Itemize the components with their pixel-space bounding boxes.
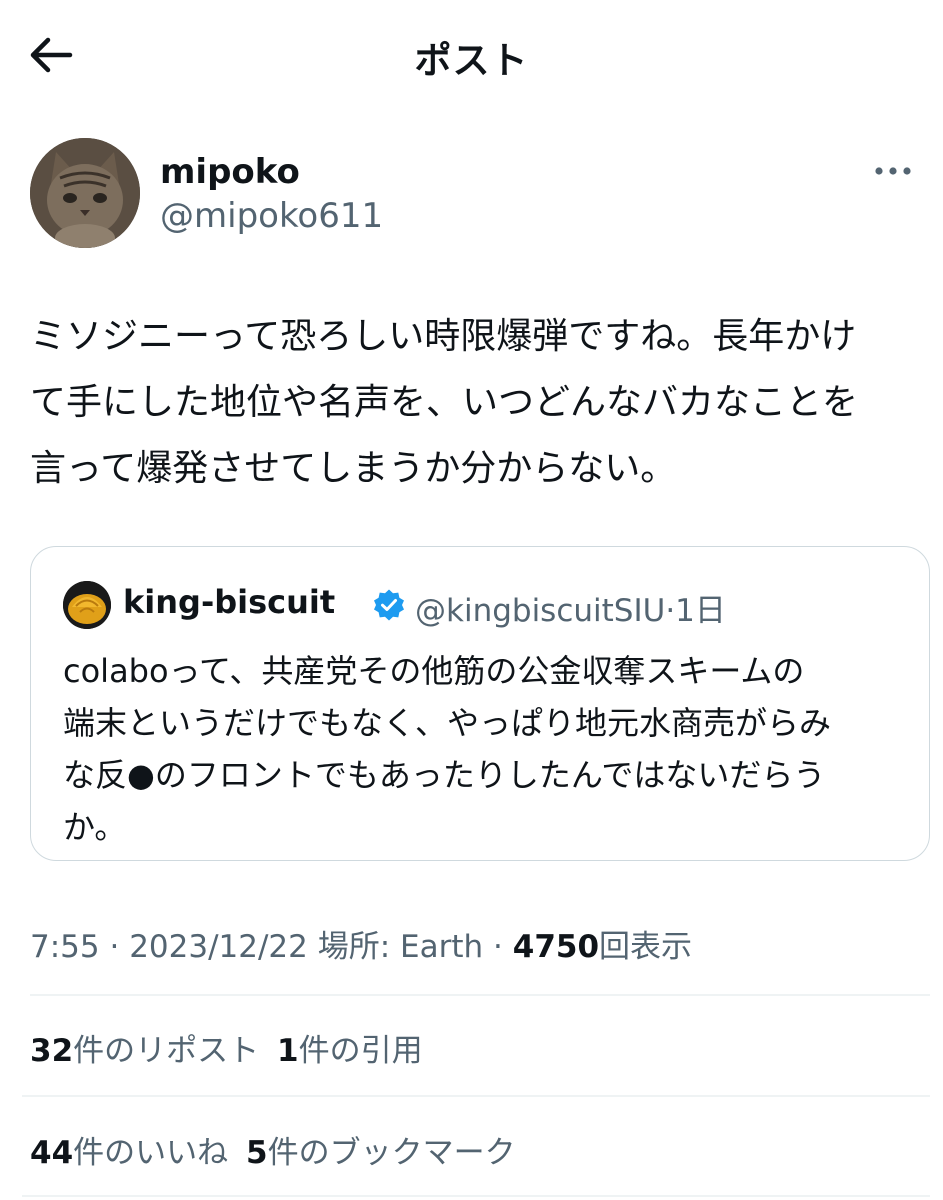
views-label: 回表示 [599,929,693,965]
bookmarks-count: 5 [246,1135,268,1171]
verified-badge-icon [374,589,404,621]
quoted-separator: · [665,593,676,629]
quotes-label: 件の引用 [298,1033,423,1069]
divider [30,994,930,996]
likes-count: 44 [30,1135,74,1171]
post-date[interactable]: 2023/12/22 [129,929,308,965]
more-options-button[interactable] [873,156,913,186]
quotes-link[interactable]: 1件の引用 [277,1033,423,1069]
bookmarks-link[interactable]: 5件のブックマーク [246,1135,516,1171]
biscuit-avatar-image [63,581,111,629]
quotes-count: 1 [277,1033,299,1069]
repost-stats: 32件のリポスト 1件の引用 [30,1025,423,1070]
views-count: 4750 [512,929,600,965]
ellipsis-icon [875,167,911,175]
quoted-handle: @kingbiscuitSIU [415,593,666,629]
meta-separator: · [109,929,120,965]
like-stats: 44件のいいね 5件のブックマーク [30,1127,516,1172]
author-name[interactable]: mipoko [160,152,300,192]
likes-link[interactable]: 44件のいいね [30,1135,228,1171]
quoted-meta: @kingbiscuitSIU·1日 [415,585,726,630]
quoted-time: 1日 [675,593,726,629]
quoted-text: colaboって、共産党その他筋の公金収奪スキームの 端末というだけでもなく、や… [63,652,832,846]
avatar[interactable] [30,138,140,248]
quoted-author-name: king-biscuit [123,583,336,621]
page-title: ポスト [414,39,529,82]
likes-label: 件のいいね [73,1135,229,1171]
top-bar: ポスト [0,0,943,110]
divider [22,1195,930,1197]
quoted-avatar [63,581,111,629]
post-location: 場所: Earth [317,929,484,965]
cat-avatar-image [30,138,140,248]
post-author: mipoko @mipoko611 [30,138,913,250]
bookmarks-label: 件のブックマーク [267,1135,516,1171]
post-text: ミソジニーって恐ろしい時限爆弾ですね。長年かけ て手にした地位や名声を、いつどん… [30,316,859,489]
reposts-label: 件のリポスト [73,1033,260,1069]
reposts-link[interactable]: 32件のリポスト [30,1033,259,1069]
meta-separator: · [493,929,503,965]
post-time[interactable]: 7:55 [30,929,100,965]
quoted-post[interactable]: king-biscuit @kingbiscuitSIU·1日 colaboって… [30,546,930,861]
author-handle[interactable]: @mipoko611 [160,196,383,236]
divider [22,1095,930,1097]
reposts-count: 32 [30,1033,74,1069]
post-meta: 7:55 · 2023/12/22 場所: Earth · 4750回表示 [30,921,692,966]
